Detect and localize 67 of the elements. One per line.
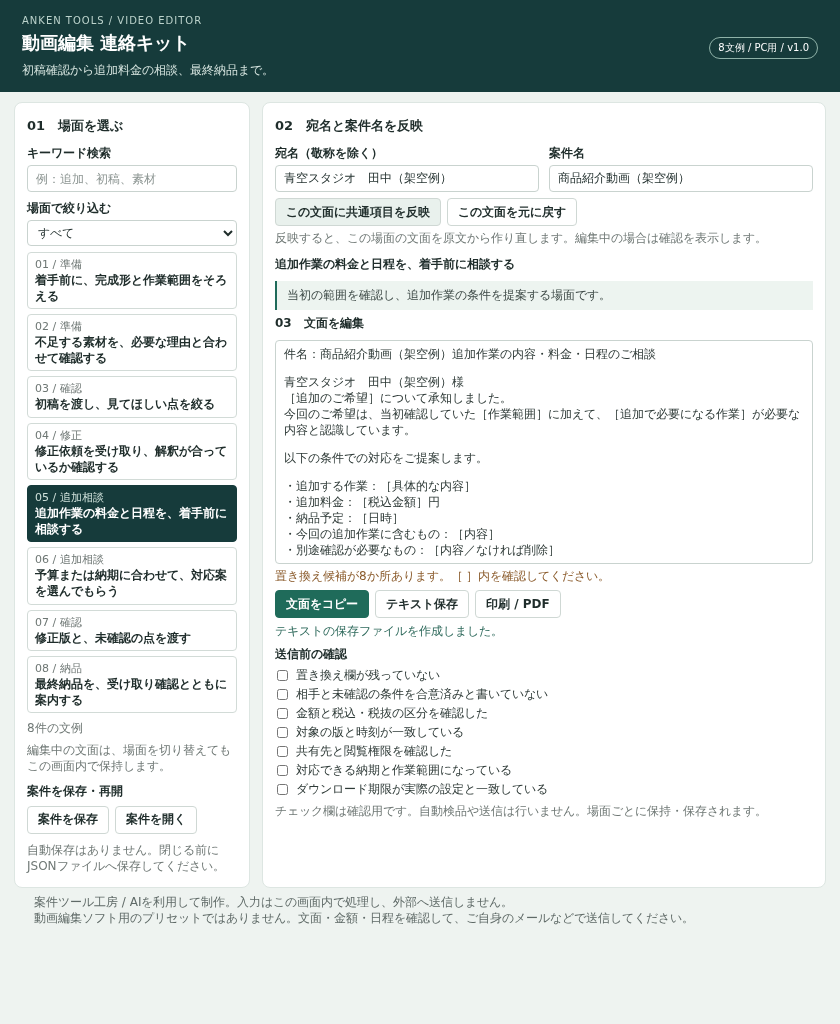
checklist-label: 共有先と閲覧権限を確認した [296,743,452,760]
apply-note: 反映すると、この場面の文面を原文から作り直します。編集中の場合は確認を表示します。 [275,230,768,247]
save-note: 自動保存はありません。閉じる前にJSONファイルへ保存してください。 [27,841,226,875]
text-field[interactable]: 青空スタジオ 田中（架空例） [275,165,539,192]
checklist-label: 置き換え欄が残っていない [296,667,440,684]
checkbox[interactable] [277,784,288,795]
editor-line: ・今回の追加作業に含むもの：［内容］ [284,526,501,542]
editor-line: 今回のご希望は、当初確認していた［作業範囲］に加えて、［追加で必要になる作業］が必要な内容と認識しています。 [284,406,801,438]
checklist-label: 対象の版と時刻が一致している [296,724,464,741]
message-editor[interactable] [275,340,813,564]
page-subtitle: 初稿確認から追加料金の相談、最終納品まで。 [22,62,274,79]
section-heading: 01 場面を選ぶ [27,117,125,135]
checklist-note: チェック欄は確認用です。自動検品や送信は行いません。場面ごとに保持・保存されます。 [275,803,768,820]
checklist-label: ダウンロード期限が実際の設定と一致している [296,781,548,798]
scene-item[interactable]: 05 / 追加相談 追加作業の料金と日程を、着手前に相談する [27,485,237,543]
note-text: 編集中の文面は、場面を切り替えてもこの画面内で保持します。 [27,741,232,774]
count-text: 8件の文例 [27,720,84,737]
checklist-label: 金額と税込・税抜の区分を確認した [296,705,488,722]
page-title: 動画編集 連絡キット [22,31,192,55]
scene-item[interactable]: 07 / 確認 修正版と、未確認の点を渡す [27,609,237,652]
action-button[interactable]: 文面をコピー [275,590,369,618]
checkbox[interactable] [277,708,288,719]
warning-text: 置き換え候補が8か所あります。［ ］内を確認してください。 [275,568,612,585]
scene-item[interactable]: 02 / 準備 不足する素材を、必要な理由と合わせて確認する [27,314,237,372]
save-heading: 案件を保存・再開 [27,782,124,800]
editor-line: ・追加料金：［税込金額］円 [284,494,441,510]
scene-item[interactable]: 03 / 確認 初稿を渡し、見てほしい点を絞る [27,376,237,418]
editor-line: ・追加する作業：［具体的な内容］ [284,478,477,494]
checkbox[interactable] [277,689,288,700]
checklist-label: 対応できる納期と作業範囲になっている [296,762,512,779]
checkbox[interactable] [277,765,288,776]
editor-line: ・別途確認が必要なもの：［内容／なければ削除］ [284,542,561,558]
case-button[interactable]: 案件を保存 [27,805,109,834]
editor-line: 以下の条件での対応をご提案します。 [284,450,489,466]
checklist-heading: 送信前の確認 [275,646,348,663]
apply-button[interactable]: この文面に共通項目を反映 [275,198,441,226]
editor-line: ［追加のご希望］について承知しました。 [284,390,513,406]
checklist-label: 相手と未確認の条件を合意済みと書いていない [296,686,548,703]
editor-line: ・納品予定：［日時］ [284,510,405,526]
search-field[interactable]: 例：追加、初稿、素材 [27,165,237,192]
scene-item[interactable]: 06 / 追加相談 予算または納期に合わせて、対応案を選んでもらう [27,547,237,605]
scene-title: 追加作業の料金と日程を、着手前に相談する [275,256,516,273]
filter-select[interactable]: すべて [27,220,237,246]
footer-text: 動画編集ソフト用のプリセットではありません。文面・金額・日程を確認して、ご自身のメールなどで送信してください。 [34,910,695,927]
editor-heading: 03 文面を編集 [275,315,365,332]
action-button[interactable]: テキスト保存 [375,590,469,618]
status-text: テキストの保存ファイルを作成しました。 [275,623,504,640]
scene-callout: 当初の範囲を確認し、追加作業の条件を提案する場面です。 [275,281,813,310]
scene-item[interactable]: 04 / 修正 修正依頼を受け取り、解釈が合っているか確認する [27,422,237,481]
section-heading: 02 宛名と案件名を反映 [275,117,425,135]
field-label: キーワード検索 [27,145,112,162]
text-field[interactable]: 商品紹介動画（架空例） [549,165,813,192]
field-label: 案件名 [549,145,586,162]
field-label: 宛名（敬称を除く） [275,145,384,162]
case-button[interactable]: 案件を開く [115,805,197,834]
scene-item[interactable]: 01 / 準備 着手前に、完成形と作業範囲をそろえる [27,252,237,310]
action-button[interactable]: 印刷 / PDF [475,590,561,618]
field-label: 場面で絞り込む [27,200,112,217]
scene-item[interactable]: 08 / 納品 最終納品を、受け取り確認とともに案内する [27,656,237,714]
editor-line: 件名：商品紹介動画（架空例）追加作業の内容・料金・日程のご相談 [284,346,657,362]
editor-line: 青空スタジオ 田中（架空例）様 [284,374,465,390]
footer-text: 案件ツール工房 / AIを利用して制作。入力はこの画面内で処理し、外部へ送信しません。 [34,894,515,911]
checkbox[interactable] [277,727,288,738]
eyebrow-text: ANKEN TOOLS / VIDEO EDITOR [22,15,204,26]
apply-button[interactable]: この文面を元に戻す [447,198,577,226]
checkbox[interactable] [277,746,288,757]
checkbox[interactable] [277,670,288,681]
